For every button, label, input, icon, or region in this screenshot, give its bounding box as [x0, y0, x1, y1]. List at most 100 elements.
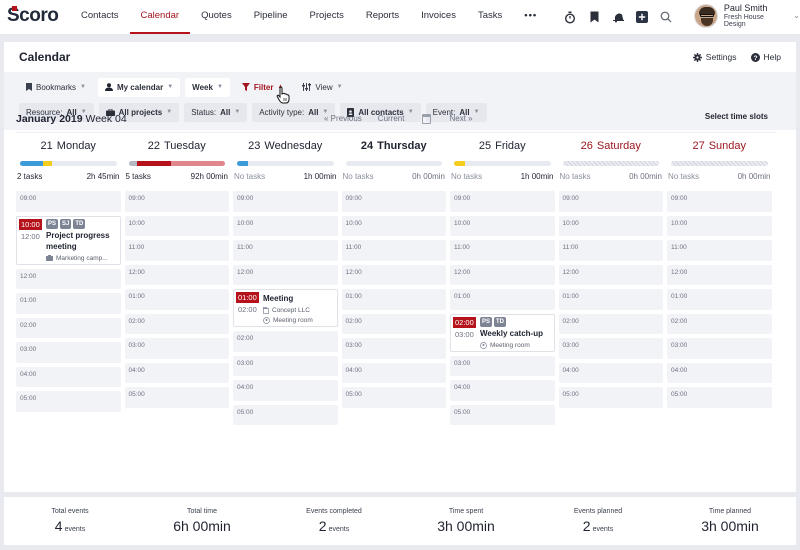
time-slot[interactable]: 04:00 [233, 380, 338, 401]
select-time-slots-button[interactable]: Select time slots [696, 108, 776, 126]
time-slot[interactable]: 05:00 [667, 387, 772, 408]
time-slot[interactable]: 02:00 [233, 331, 338, 352]
time-slot[interactable]: 09:00 [341, 191, 446, 212]
time-slot[interactable]: 04:00 [16, 366, 121, 387]
time-slot[interactable]: 03:00 [450, 355, 555, 376]
day-header[interactable]: 23 Wednesday [233, 137, 338, 155]
time-slot[interactable]: 02:00 [558, 313, 663, 334]
time-slot[interactable]: 12:00 [233, 264, 338, 285]
stat-number: 3h 00min [437, 518, 495, 534]
time-slot[interactable]: 11:00 [341, 240, 446, 261]
nav-item-contacts[interactable]: Contacts [70, 0, 130, 34]
time-slot[interactable]: 09:00 [124, 191, 229, 212]
my-calendar-dropdown[interactable]: My calendar ▼ [97, 77, 181, 97]
week-view-dropdown[interactable]: Week ▼ [185, 77, 230, 97]
help-link[interactable]: ? Help [750, 52, 781, 62]
time-slot[interactable]: 11:00 [667, 240, 772, 261]
time-slot[interactable]: 11:00 [558, 240, 663, 261]
calendar-event[interactable]: 02:00 03:00 PS TD Weekly catch-up Meeting roo… [450, 313, 555, 352]
nav-item-invoices[interactable]: Invoices [410, 0, 467, 34]
time-slot[interactable]: 10:00 [233, 215, 338, 236]
time-slot[interactable]: 05:00 [450, 404, 555, 425]
time-slot[interactable]: 01:00 [16, 293, 121, 314]
time-slot[interactable]: 02:00 [16, 317, 121, 338]
calendar-picker-icon[interactable] [422, 113, 432, 124]
next-week-link[interactable]: Next » [441, 114, 480, 123]
day-header[interactable]: 25 Friday [450, 137, 555, 155]
time-slot[interactable]: 09:00 [558, 191, 663, 212]
time-slot[interactable]: 03:00 [233, 355, 338, 376]
day-header[interactable]: 27 Sunday [667, 137, 772, 155]
time-slot[interactable]: 09:00 [16, 191, 121, 212]
nav-item-calendar[interactable]: Calendar [129, 0, 191, 34]
time-slot[interactable]: 09:00 [233, 191, 338, 212]
time-slot[interactable]: 05:00 [124, 387, 229, 408]
nav-item-projects[interactable]: Projects [299, 0, 355, 34]
day-column-monday: 21 Monday 2 tasks 2h 45min 09:00 10:00 12:00 PS… [16, 137, 121, 425]
time-slot[interactable]: 01:00 [450, 289, 555, 310]
time-slot[interactable]: 10:00 [667, 215, 772, 236]
time-slot[interactable]: 01:00 [341, 289, 446, 310]
time-slot[interactable]: 03:00 [16, 342, 121, 363]
day-header[interactable]: 26 Saturday [559, 137, 664, 155]
nav-item-tasks[interactable]: Tasks [467, 0, 513, 34]
previous-week-link[interactable]: « Previous [316, 114, 370, 123]
time-slot[interactable]: 12:00 [124, 264, 229, 285]
more-menu-icon[interactable]: ••• [513, 0, 548, 34]
time-slot[interactable]: 05:00 [558, 387, 663, 408]
time-slot[interactable]: 04:00 [667, 362, 772, 383]
day-header[interactable]: 21 Monday [16, 137, 121, 155]
caret-down-icon: ▼ [80, 84, 86, 90]
time-slot[interactable]: 01:00 [667, 289, 772, 310]
time-slot[interactable]: 04:00 [124, 362, 229, 383]
add-icon[interactable] [630, 8, 654, 26]
time-slot[interactable]: 09:00 [450, 191, 555, 212]
bell-icon[interactable] [606, 8, 630, 26]
time-slot[interactable]: 03:00 [667, 338, 772, 359]
day-header[interactable]: 22 Tuesday [125, 137, 230, 155]
view-dropdown[interactable]: View ▼ [295, 78, 349, 97]
calendar-event[interactable]: 01:00 02:00 Meeting Concept LLC Meeting room [233, 289, 338, 327]
time-slot[interactable]: 03:00 [341, 338, 446, 359]
time-slot[interactable]: 11:00 [233, 240, 338, 261]
bookmark-icon[interactable] [582, 8, 606, 26]
current-week-link[interactable]: Current [370, 114, 413, 123]
calendar-event[interactable]: 10:00 12:00 PS SJ TD Project progress meeting… [16, 215, 121, 265]
time-slot[interactable]: 12:00 [341, 264, 446, 285]
time-slot[interactable]: 05:00 [341, 387, 446, 408]
time-slot[interactable]: 09:00 [667, 191, 772, 212]
time-slot[interactable]: 04:00 [450, 380, 555, 401]
time-slot[interactable]: 05:00 [16, 391, 121, 412]
time-slot[interactable]: 11:00 [450, 240, 555, 261]
time-slot[interactable]: 10:00 [558, 215, 663, 236]
time-slot[interactable]: 12:00 [16, 268, 121, 289]
time-slot[interactable]: 10:00 [450, 215, 555, 236]
time-slot[interactable]: 01:00 [558, 289, 663, 310]
time-slot[interactable]: 12:00 [667, 264, 772, 285]
time-slot[interactable]: 12:00 [450, 264, 555, 285]
event-meta-text: Marketing camp... [56, 254, 108, 262]
nav-item-reports[interactable]: Reports [355, 0, 410, 34]
time-slot[interactable]: 02:00 [124, 313, 229, 334]
time-slot[interactable]: 01:00 [124, 289, 229, 310]
user-menu[interactable]: Paul Smith Fresh House Design ⌄ [694, 3, 800, 28]
time-slot[interactable]: 10:00 [124, 215, 229, 236]
time-slot[interactable]: 03:00 [124, 338, 229, 359]
scoro-logo[interactable]: Scoro [7, 5, 59, 27]
time-slot[interactable]: 10:00 [341, 215, 446, 236]
time-slot[interactable]: 04:00 [558, 362, 663, 383]
time-slot[interactable]: 04:00 [341, 362, 446, 383]
time-slot[interactable]: 03:00 [558, 338, 663, 359]
time-slot[interactable]: 02:00 [341, 313, 446, 334]
time-slot[interactable]: 11:00 [124, 240, 229, 261]
time-slot[interactable]: 05:00 [233, 404, 338, 425]
search-icon[interactable] [654, 8, 678, 26]
time-slot[interactable]: 02:00 [667, 313, 772, 334]
day-header[interactable]: 24 Thursday [342, 137, 447, 155]
nav-item-pipeline[interactable]: Pipeline [243, 0, 299, 34]
nav-item-quotes[interactable]: Quotes [190, 0, 243, 34]
time-slot[interactable]: 12:00 [558, 264, 663, 285]
stopwatch-icon[interactable] [558, 8, 582, 26]
bookmarks-dropdown[interactable]: Bookmarks ▼ [19, 78, 93, 97]
settings-link[interactable]: Settings [692, 52, 737, 62]
